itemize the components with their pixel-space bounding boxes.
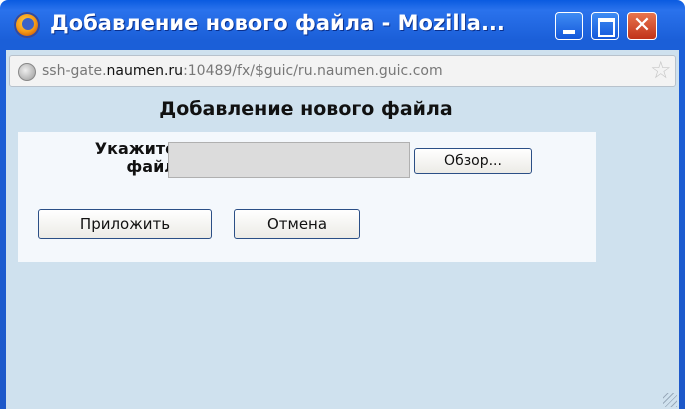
maximize-button[interactable]: [591, 12, 619, 40]
file-path-input[interactable]: [168, 142, 410, 178]
close-button[interactable]: ✕: [627, 12, 657, 40]
close-icon: ✕: [632, 13, 652, 38]
url-path: :10489/fx/$guic/ru.naumen.guic.com: [183, 63, 443, 79]
minimize-button[interactable]: [555, 12, 583, 40]
resize-grip-icon[interactable]: [663, 393, 677, 407]
file-field-label: Укажите файл: [36, 140, 176, 176]
cancel-button[interactable]: Отмена: [234, 209, 360, 239]
bookmark-star-icon[interactable]: ☆: [650, 58, 674, 82]
title-bar[interactable]: Добавление нового файла - Mozilla... ✕: [0, 0, 685, 50]
page-title: Добавление нового файла: [159, 98, 453, 120]
url-text[interactable]: ssh-gate.naumen.ru:10489/fx/$guic/ru.nau…: [42, 63, 443, 79]
window-client-area: ssh-gate.naumen.ru:10489/fx/$guic/ru.nau…: [6, 50, 679, 409]
minimize-icon: [563, 30, 575, 34]
maximize-icon: [598, 18, 615, 37]
url-host: naumen.ru: [106, 63, 184, 79]
file-label-line2: файл: [126, 157, 176, 176]
file-label-line1: Укажите: [94, 139, 176, 158]
page-content: Добавление нового файла Укажите файл Обз…: [6, 92, 679, 409]
upload-form: Укажите файл Обзор... Приложить Отмена: [18, 132, 596, 262]
browser-window: Добавление нового файла - Mozilla... ✕ s…: [0, 0, 685, 409]
firefox-icon: [14, 12, 40, 38]
globe-icon: [18, 63, 36, 81]
browse-button[interactable]: Обзор...: [414, 148, 532, 174]
attach-button[interactable]: Приложить: [38, 209, 212, 239]
window-title: Добавление нового файла - Mozilla...: [50, 11, 505, 35]
url-prefix: ssh-gate.: [42, 63, 107, 79]
address-bar[interactable]: ssh-gate.naumen.ru:10489/fx/$guic/ru.nau…: [9, 55, 676, 87]
